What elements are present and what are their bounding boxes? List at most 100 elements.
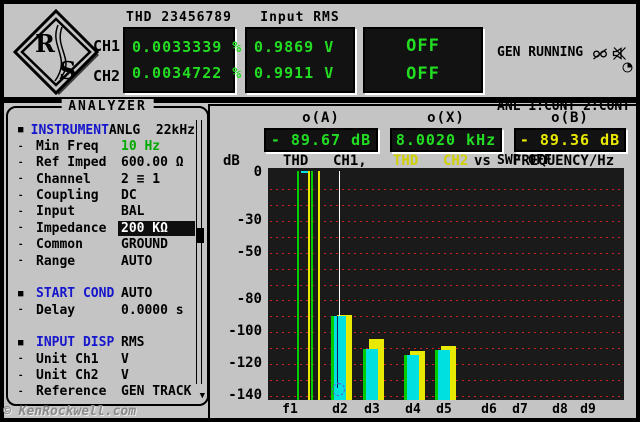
param-label: INPUT DISP (36, 335, 121, 350)
gridline (270, 316, 622, 317)
x-tick-label: d7 (512, 402, 528, 417)
cursor-line-inner (337, 316, 338, 388)
panel-row-range[interactable]: -RangeAUTO (12, 253, 195, 269)
param-value: AUTO (121, 286, 195, 301)
param-label: Ref Imped (36, 155, 121, 170)
gridline (270, 332, 622, 333)
chart-title-thd1: THD (283, 153, 308, 169)
panel-row-start-cond[interactable]: ■START CONDAUTO (12, 286, 195, 302)
panel-row-channel[interactable]: -Channel2 ≡ 1 (12, 171, 195, 187)
analyzer-rows: ■INSTRUMENTANLG 22kHz-Min Freq10 Hz-Ref … (12, 122, 195, 400)
x-tick-label: d8 (552, 402, 568, 417)
x-tick-label: d5 (436, 402, 452, 417)
input-ch2-value: 0.9911 V (247, 64, 353, 82)
panel-spacer (12, 318, 195, 334)
gridline (270, 253, 622, 254)
analyzer-panel: ANALYZER ■INSTRUMENTANLG 22kHz-Min Freq1… (6, 106, 209, 406)
param-value: 200 KΩ (118, 221, 195, 236)
panel-scrollbar-track[interactable] (196, 120, 202, 384)
panel-row-input[interactable]: -InputBAL (12, 204, 195, 220)
panel-row-ref-imped[interactable]: -Ref Imped600.00 Ω (12, 155, 195, 171)
speaker-muted-icon (612, 47, 627, 60)
x-tick-label: d4 (405, 402, 421, 417)
thd-ch1-value: 0.0033339 % (125, 38, 233, 56)
clock-icon (622, 62, 633, 73)
cursor-b-label: o(B) (514, 110, 626, 126)
item-bullet-icon: - (12, 305, 36, 315)
panel-title: ANALYZER (61, 99, 154, 114)
aux-meter-display: OFF OFF (363, 27, 483, 93)
x-tick-label: d9 (580, 402, 596, 417)
param-label: Reference (36, 384, 121, 399)
monitor-off-icon (592, 47, 608, 60)
logo-letter-r: R (35, 29, 56, 58)
panel-row-coupling[interactable]: -CouplingDC (12, 187, 195, 203)
panel-scrollbar-thumb[interactable] (196, 228, 204, 243)
panel-row-input-disp[interactable]: ■INPUT DISPRMS (12, 335, 195, 351)
param-label: Impedance (36, 221, 121, 236)
plot-area (268, 168, 624, 400)
panel-row-instrument[interactable]: ■INSTRUMENTANLG 22kHz (12, 122, 195, 138)
panel-row-delay[interactable]: -Delay0.0000 s (12, 302, 195, 318)
panel-row-impedance[interactable]: -Impedance200 KΩ (12, 220, 195, 236)
panel-row-reference[interactable]: -ReferenceGEN TRACK (12, 384, 195, 400)
y-tick-label: -50 (220, 244, 262, 260)
param-label: Min Freq (36, 139, 121, 154)
cursor-a-display: - 89.67 dB (264, 128, 378, 152)
gridline (270, 237, 622, 238)
param-value: 10 Hz (121, 139, 195, 154)
panel-row-min-freq[interactable]: -Min Freq10 Hz (12, 138, 195, 154)
param-value: AUTO (121, 254, 195, 269)
instrument-screen: R S CH1 CH2 THD 23456789 0.0033339 % 0.0… (0, 0, 640, 422)
input-ch1-value: 0.9869 V (247, 38, 353, 56)
cursor-a-label: o(A) (264, 110, 378, 126)
item-bullet-icon: - (12, 223, 36, 233)
x-tick-label: f1 (282, 402, 298, 417)
param-value: GROUND (121, 237, 195, 252)
gen-status-text: GEN RUNNING (497, 44, 583, 62)
y-tick-label: 0 (220, 164, 262, 180)
section-bullet-icon: ■ (12, 289, 36, 299)
cursor-x-display: 8.0020 kHz (390, 128, 502, 152)
section-bullet-icon: ■ (12, 338, 36, 348)
param-label: Delay (36, 303, 121, 318)
aux-row1-value: OFF (365, 36, 481, 56)
gen-status-line: GEN RUNNING (497, 44, 630, 62)
section-bullet-icon: ■ (12, 125, 31, 135)
param-value: V (121, 352, 195, 367)
item-bullet-icon: - (12, 158, 36, 168)
item-bullet-icon: - (12, 240, 36, 250)
param-value: ANLG 22kHz (109, 123, 195, 138)
y-tick-label: -30 (220, 212, 262, 228)
panel-row-unit-ch2[interactable]: -Unit Ch2V (12, 367, 195, 383)
y-tick-label: -140 (220, 387, 262, 403)
param-value: GEN TRACK (121, 384, 195, 399)
ch1-label: CH1 (93, 37, 120, 55)
gridline (270, 221, 622, 222)
param-value: RMS (121, 335, 195, 350)
panel-row-common[interactable]: -CommonGROUND (12, 237, 195, 253)
item-bullet-icon: - (12, 387, 36, 397)
x-tick-label: d6 (481, 402, 497, 417)
chart-title-ch1: CH1, (333, 153, 367, 169)
param-value: 0.0000 s (121, 303, 195, 318)
chart-title-ch2: CH2 (443, 153, 468, 169)
gridline (270, 189, 622, 190)
bar-d5-ch1 (435, 350, 450, 400)
item-bullet-icon: - (12, 191, 36, 201)
cursor-x-label: o(X) (390, 110, 502, 126)
panel-row-unit-ch1[interactable]: -Unit Ch1V (12, 351, 195, 367)
watermark: © KenRockwell.com (3, 404, 136, 419)
scroll-down-arrow-icon[interactable]: ▼ (200, 391, 205, 401)
cursor-o-marker (332, 383, 345, 396)
chart-title-thd2: THD (393, 153, 418, 169)
param-value: 600.00 Ω (121, 155, 195, 170)
param-label: Input (36, 204, 121, 219)
param-label: START COND (36, 286, 121, 301)
x-tick-label: d3 (364, 402, 380, 417)
gridline (270, 300, 622, 301)
bar-d4-ch1 (404, 355, 419, 400)
param-label: INSTRUMENT (31, 123, 109, 138)
gridline (270, 269, 622, 270)
aux-row2-value: OFF (365, 64, 481, 84)
